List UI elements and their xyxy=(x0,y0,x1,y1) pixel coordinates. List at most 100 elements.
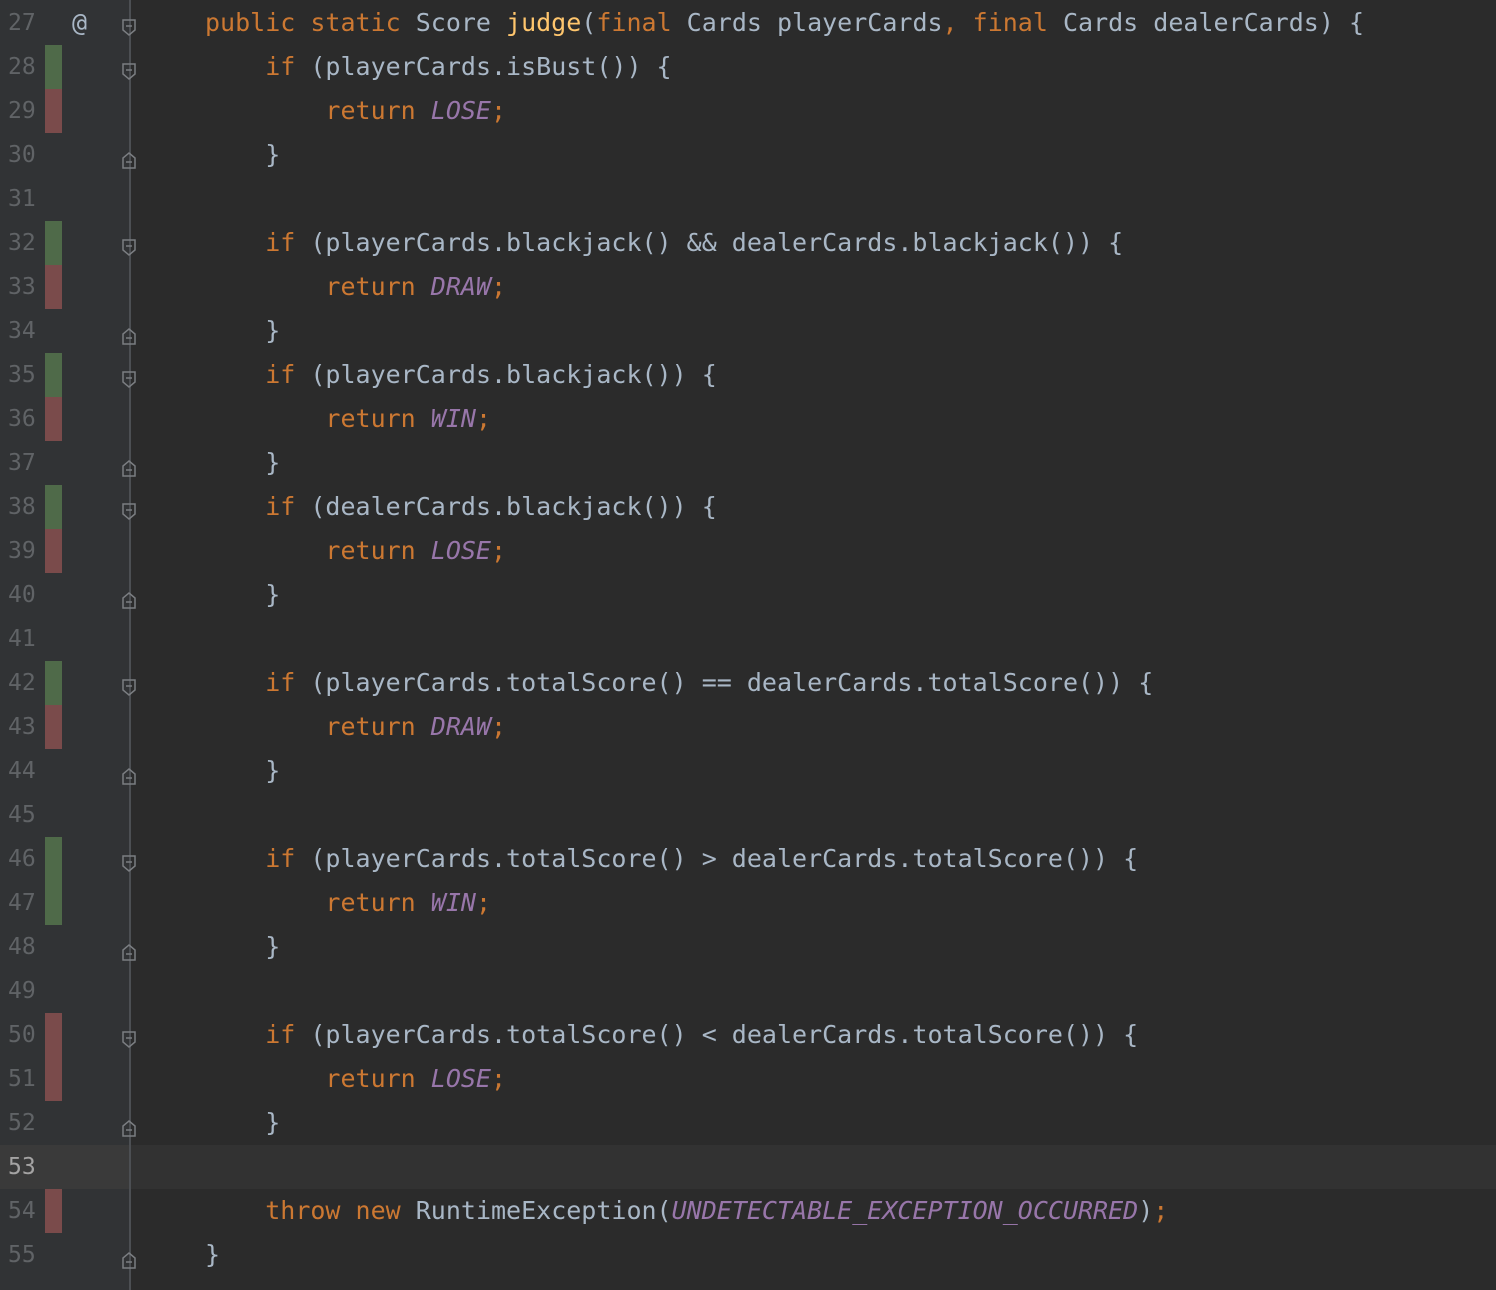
line-gutter-cell[interactable]: 34 xyxy=(0,309,136,353)
code-text-area[interactable]: if (dealerCards.blackjack()) { xyxy=(131,485,1496,529)
coverage-uncovered-marker[interactable] xyxy=(45,1013,62,1057)
coverage-covered-marker[interactable] xyxy=(45,661,62,705)
code-line-54[interactable]: 54 throw new RuntimeException(UNDETECTAB… xyxy=(0,1189,1496,1233)
code-text-area[interactable]: return LOSE; xyxy=(131,89,1496,133)
annotation-at-icon[interactable]: @ xyxy=(72,1,87,45)
code-text-area[interactable]: } xyxy=(131,749,1496,793)
code-line-36[interactable]: 36 return WIN; xyxy=(0,397,1496,441)
code-text-area[interactable]: } xyxy=(131,1233,1496,1277)
code-line-37[interactable]: 37 } xyxy=(0,441,1496,485)
line-gutter-cell[interactable]: 30 xyxy=(0,133,136,177)
code-line-33[interactable]: 33 return DRAW; xyxy=(0,265,1496,309)
coverage-uncovered-marker[interactable] xyxy=(45,397,62,441)
code-text-area[interactable]: } xyxy=(131,441,1496,485)
code-line-49[interactable]: 49 xyxy=(0,969,1496,1013)
code-text-area[interactable]: return LOSE; xyxy=(131,1057,1496,1101)
code-text-area[interactable] xyxy=(131,793,1496,837)
code-text-area[interactable]: if (playerCards.isBust()) { xyxy=(131,45,1496,89)
line-gutter-cell[interactable]: 36 xyxy=(0,397,129,441)
line-gutter-cell[interactable]: 51 xyxy=(0,1057,129,1101)
code-text-area[interactable]: } xyxy=(131,1101,1496,1145)
code-line-47[interactable]: 47 return WIN; xyxy=(0,881,1496,925)
line-gutter-cell[interactable]: 50 xyxy=(0,1013,136,1057)
line-gutter-cell[interactable]: 43 xyxy=(0,705,129,749)
code-line-55[interactable]: 55} xyxy=(0,1233,1496,1277)
coverage-uncovered-marker[interactable] xyxy=(45,89,62,133)
line-gutter-cell[interactable]: 55 xyxy=(0,1233,136,1277)
code-line-35[interactable]: 35 if (playerCards.blackjack()) { xyxy=(0,353,1496,397)
code-text-area[interactable]: return DRAW; xyxy=(131,265,1496,309)
code-text-area[interactable]: return LOSE; xyxy=(131,529,1496,573)
line-gutter-cell[interactable]: 52 xyxy=(0,1101,136,1145)
code-text-area[interactable] xyxy=(131,177,1496,221)
code-text-area[interactable]: } xyxy=(131,573,1496,617)
line-gutter-cell[interactable]: 31 xyxy=(0,177,129,221)
code-text-area[interactable]: if (playerCards.totalScore() == dealerCa… xyxy=(131,661,1496,705)
coverage-uncovered-marker[interactable] xyxy=(45,529,62,573)
code-line-42[interactable]: 42 if (playerCards.totalScore() == deale… xyxy=(0,661,1496,705)
code-line-45[interactable]: 45 xyxy=(0,793,1496,837)
code-text-area[interactable]: if (playerCards.blackjack() && dealerCar… xyxy=(131,221,1496,265)
code-line-30[interactable]: 30 } xyxy=(0,133,1496,177)
code-text-area[interactable]: } xyxy=(131,309,1496,353)
code-line-41[interactable]: 41 xyxy=(0,617,1496,661)
line-gutter-cell[interactable]: 42 xyxy=(0,661,136,705)
line-gutter-cell[interactable]: 38 xyxy=(0,485,136,529)
line-gutter-cell[interactable]: 40 xyxy=(0,573,136,617)
code-text-area[interactable]: public static Score judge(final Cards pl… xyxy=(131,1,1496,45)
code-text-area[interactable]: throw new RuntimeException(UNDETECTABLE_… xyxy=(131,1189,1496,1233)
code-line-43[interactable]: 43 return DRAW; xyxy=(0,705,1496,749)
coverage-uncovered-marker[interactable] xyxy=(45,1057,62,1101)
line-gutter-cell[interactable]: 29 xyxy=(0,89,129,133)
code-text-area[interactable] xyxy=(131,969,1496,1013)
code-line-29[interactable]: 29 return LOSE; xyxy=(0,89,1496,133)
code-text-area[interactable]: } xyxy=(131,133,1496,177)
code-line-38[interactable]: 38 if (dealerCards.blackjack()) { xyxy=(0,485,1496,529)
line-gutter-cell[interactable]: 41 xyxy=(0,617,129,661)
coverage-covered-marker[interactable] xyxy=(45,353,62,397)
code-line-28[interactable]: 28 if (playerCards.isBust()) { xyxy=(0,45,1496,89)
code-line-52[interactable]: 52 } xyxy=(0,1101,1496,1145)
code-text-area[interactable]: return DRAW; xyxy=(131,705,1496,749)
line-gutter-cell[interactable]: 44 xyxy=(0,749,136,793)
code-line-32[interactable]: 32 if (playerCards.blackjack() && dealer… xyxy=(0,221,1496,265)
code-line-48[interactable]: 48 } xyxy=(0,925,1496,969)
coverage-uncovered-marker[interactable] xyxy=(45,705,62,749)
line-gutter-cell[interactable]: 27 @ xyxy=(0,1,136,45)
code-line-27[interactable]: 27 @ public static Score judge(final Cards… xyxy=(0,1,1496,45)
coverage-covered-marker[interactable] xyxy=(45,485,62,529)
code-text-area[interactable]: return WIN; xyxy=(131,881,1496,925)
code-line-50[interactable]: 50 if (playerCards.totalScore() < dealer… xyxy=(0,1013,1496,1057)
coverage-covered-marker[interactable] xyxy=(45,221,62,265)
code-line-34[interactable]: 34 } xyxy=(0,309,1496,353)
line-gutter-cell[interactable]: 45 xyxy=(0,793,129,837)
line-gutter-cell[interactable]: 46 xyxy=(0,837,136,881)
code-text-area[interactable]: return WIN; xyxy=(131,397,1496,441)
code-line-53[interactable]: 53 xyxy=(0,1145,1496,1189)
line-gutter-cell[interactable]: 33 xyxy=(0,265,129,309)
coverage-covered-marker[interactable] xyxy=(45,837,62,881)
code-line-44[interactable]: 44 } xyxy=(0,749,1496,793)
line-gutter-cell[interactable]: 28 xyxy=(0,45,136,89)
code-line-31[interactable]: 31 xyxy=(0,177,1496,221)
code-text-area[interactable]: if (playerCards.blackjack()) { xyxy=(131,353,1496,397)
line-gutter-cell[interactable]: 49 xyxy=(0,969,129,1013)
coverage-covered-marker[interactable] xyxy=(45,881,62,925)
code-line-51[interactable]: 51 return LOSE; xyxy=(0,1057,1496,1101)
coverage-uncovered-marker[interactable] xyxy=(45,265,62,309)
code-line-46[interactable]: 46 if (playerCards.totalScore() > dealer… xyxy=(0,837,1496,881)
line-gutter-cell[interactable]: 35 xyxy=(0,353,136,397)
code-text-area[interactable]: if (playerCards.totalScore() > dealerCar… xyxy=(131,837,1496,881)
code-text-area[interactable] xyxy=(131,1145,1496,1189)
line-gutter-cell[interactable]: 32 xyxy=(0,221,136,265)
line-gutter-cell[interactable]: 54 xyxy=(0,1189,129,1233)
code-line-39[interactable]: 39 return LOSE; xyxy=(0,529,1496,573)
line-gutter-cell[interactable]: 37 xyxy=(0,441,136,485)
line-gutter-cell[interactable]: 39 xyxy=(0,529,129,573)
code-line-40[interactable]: 40 } xyxy=(0,573,1496,617)
code-text-area[interactable] xyxy=(131,617,1496,661)
code-text-area[interactable]: } xyxy=(131,925,1496,969)
code-text-area[interactable]: if (playerCards.totalScore() < dealerCar… xyxy=(131,1013,1496,1057)
line-gutter-cell[interactable]: 48 xyxy=(0,925,136,969)
code-editor[interactable]: 27 @ public static Score judge(final Cards… xyxy=(0,0,1496,1290)
